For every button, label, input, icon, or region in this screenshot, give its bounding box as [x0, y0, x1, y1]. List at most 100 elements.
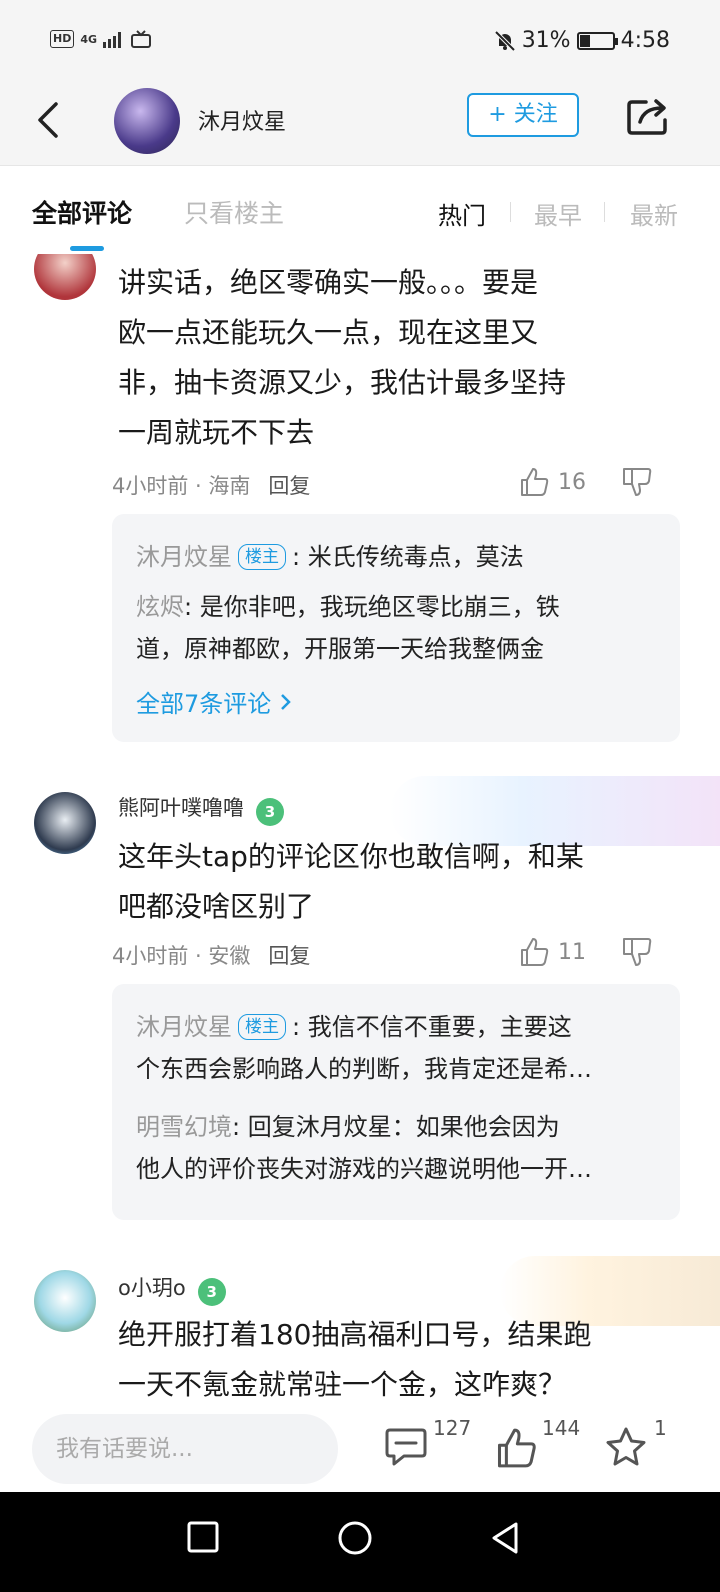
- commenter-username: o小玥o: [118, 1276, 186, 1300]
- like-button[interactable]: 11: [518, 936, 586, 968]
- bottom-action-bar: 我有话要说... 127 144 1: [0, 1414, 720, 1492]
- chevron-right-icon: [281, 694, 291, 710]
- reply-text: 我信不信不重要，主要这: [307, 1013, 572, 1041]
- network-label: 4G: [80, 32, 98, 46]
- status-left: HD 4G: [50, 30, 152, 48]
- reply-text: 回复沐月炆星：如果他会因为: [247, 1113, 560, 1141]
- reply-text: 他人的评价丧失对游戏的兴趣说明他一开…: [136, 1155, 592, 1183]
- comment-tabs: 全部评论 只看楼主 热门 最早 最新: [0, 166, 720, 254]
- reply-text: 道，原神都欧，开服第一天给我整俩金: [136, 635, 544, 663]
- reply-text: 是你非吧，我玩绝区零比崩三，铁: [199, 593, 560, 621]
- divider: [604, 202, 605, 222]
- author-name[interactable]: 沐月炆星: [198, 104, 286, 136]
- commenter-avatar[interactable]: [34, 1270, 96, 1332]
- like-count: 11: [558, 939, 586, 965]
- clock: 4:58: [620, 28, 670, 53]
- reply-author[interactable]: 沐月炆星: [136, 1013, 232, 1041]
- tv-icon: [131, 30, 152, 48]
- comment-meta: 4小时前 · 海南 回复: [112, 470, 310, 500]
- signal-icon: [103, 32, 122, 48]
- like-count: 144: [542, 1416, 581, 1440]
- share-icon[interactable]: [626, 96, 670, 136]
- star-icon[interactable]: [604, 1426, 648, 1468]
- system-navigation-bar: [0, 1492, 720, 1592]
- reply-text: 个东西会影响路人的判断，我肯定还是希…: [136, 1055, 592, 1083]
- divider: [510, 202, 511, 222]
- colon: :: [292, 543, 308, 571]
- view-all-label: 全部7条评论: [136, 690, 272, 718]
- status-bar: HD 4G 31% 4:58: [0, 0, 720, 84]
- commenter-name[interactable]: 熊阿叶噗噜噜 3: [118, 792, 284, 826]
- author-avatar[interactable]: [114, 88, 180, 154]
- reply-item: 炫烬: 是你非吧，我玩绝区零比崩三，铁: [136, 586, 666, 628]
- commenter-avatar[interactable]: [34, 792, 96, 854]
- sort-hot[interactable]: 热门: [438, 196, 486, 231]
- commenter-username: 熊阿叶噗噜噜: [118, 796, 244, 820]
- reply-author[interactable]: 明雪幻境: [136, 1113, 232, 1141]
- level-badge: 3: [197, 1278, 226, 1306]
- comment-time-location: 4小时前 · 安徽: [112, 944, 251, 968]
- favorite-count: 1: [654, 1416, 667, 1440]
- reply-author[interactable]: 炫烬: [136, 593, 184, 621]
- battery-icon: [576, 31, 618, 50]
- active-tab-indicator: [70, 246, 104, 251]
- comment-icon[interactable]: [384, 1426, 428, 1466]
- follow-button[interactable]: + 关注: [467, 93, 579, 137]
- like-count: 16: [558, 469, 586, 495]
- comment-line: 一天不氪金就常驻一个金，这咋爽？: [118, 1368, 567, 1401]
- comment-list: 讲实话，绝区零确实一般。。。要是 欧一点还能玩久一点，现在这里又 非，抽卡资源又…: [0, 254, 720, 1414]
- comment-time-location: 4小时前 · 海南: [112, 474, 251, 498]
- comment-meta: 4小时前 · 安徽 回复: [112, 940, 310, 970]
- view-all-replies-link[interactable]: 全部7条评论: [136, 684, 293, 719]
- reply-text: 米氏传统毒点，莫法: [307, 543, 524, 571]
- host-tag: 楼主: [238, 1014, 286, 1040]
- hd-badge: HD: [50, 30, 75, 48]
- colon: :: [232, 1113, 248, 1141]
- post-header: 沐月炆星 + 关注: [0, 84, 720, 166]
- reply-preview-box[interactable]: 沐月炆星 楼主: 米氏传统毒点，莫法 炫烬: 是你非吧，我玩绝区零比崩三，铁 道，…: [112, 514, 680, 742]
- tab-all-comments[interactable]: 全部评论: [32, 194, 132, 230]
- comment-line: 非，抽卡资源又少，我估计最多坚持: [118, 366, 567, 399]
- colon: :: [184, 593, 200, 621]
- comment-line: 一周就玩不下去: [118, 416, 315, 449]
- reply-preview-box[interactable]: 沐月炆星 楼主: 我信不信不重要，主要这 个东西会影响路人的判断，我肯定还是希… …: [112, 984, 680, 1220]
- comment-text: 讲实话，绝区零确实一般。。。要是 欧一点还能玩久一点，现在这里又 非，抽卡资源又…: [118, 258, 658, 458]
- reply-author[interactable]: 沐月炆星: [136, 543, 232, 571]
- comment-text: 绝开服打着180抽高福利口号，结果跑 一天不氪金就常驻一个金，这咋爽？: [118, 1310, 658, 1410]
- level-badge: 3: [256, 798, 284, 826]
- commenter-avatar[interactable]: [34, 254, 96, 300]
- app-screen: HD 4G 31% 4:58 沐月炆星 + 关注 全部评论 只看楼主 热门 最早…: [0, 0, 720, 1592]
- commenter-name[interactable]: o小玥o 3: [118, 1272, 226, 1306]
- thumbs-up-icon: [521, 938, 549, 966]
- back-arrow-icon[interactable]: [30, 98, 70, 142]
- thumbs-up-icon: [521, 468, 549, 496]
- recent-apps-icon[interactable]: [186, 1520, 220, 1554]
- battery-percent: 31%: [521, 28, 571, 53]
- thumbs-up-icon[interactable]: [494, 1426, 538, 1470]
- thumbs-down-icon[interactable]: [620, 466, 654, 498]
- comment-line: 欧一点还能玩久一点，现在这里又: [118, 316, 539, 349]
- comment-line: 这年头tap的评论区你也敢信啊，和某: [118, 840, 584, 873]
- reply-item: 明雪幻境: 回复沐月炆星：如果他会因为: [136, 1106, 666, 1148]
- reply-button[interactable]: 回复: [268, 474, 310, 498]
- comment-line: 绝开服打着180抽高福利口号，结果跑: [118, 1318, 592, 1351]
- back-triangle-icon[interactable]: [488, 1520, 522, 1556]
- comment-text: 这年头tap的评论区你也敢信啊，和某 吧都没啥区别了: [118, 832, 658, 932]
- sort-earliest[interactable]: 最早: [534, 196, 582, 231]
- reply-button[interactable]: 回复: [268, 944, 310, 968]
- reply-item: 沐月炆星 楼主: 米氏传统毒点，莫法: [136, 536, 666, 578]
- status-right: 31% 4:58: [494, 28, 670, 53]
- thumbs-down-icon[interactable]: [620, 936, 654, 968]
- like-button[interactable]: 16: [518, 466, 586, 498]
- colon: :: [292, 1013, 308, 1041]
- home-icon[interactable]: [337, 1520, 373, 1556]
- comment-input[interactable]: 我有话要说...: [32, 1414, 338, 1484]
- mute-bell-icon: [494, 30, 516, 51]
- comment-line: 讲实话，绝区零确实一般。。。要是: [118, 266, 539, 299]
- tab-host-only[interactable]: 只看楼主: [184, 194, 284, 230]
- comment-line: 吧都没啥区别了: [118, 890, 315, 923]
- battery-level: [579, 34, 591, 47]
- sort-newest[interactable]: 最新: [630, 196, 678, 231]
- comment-count: 127: [433, 1416, 472, 1440]
- host-tag: 楼主: [238, 544, 286, 570]
